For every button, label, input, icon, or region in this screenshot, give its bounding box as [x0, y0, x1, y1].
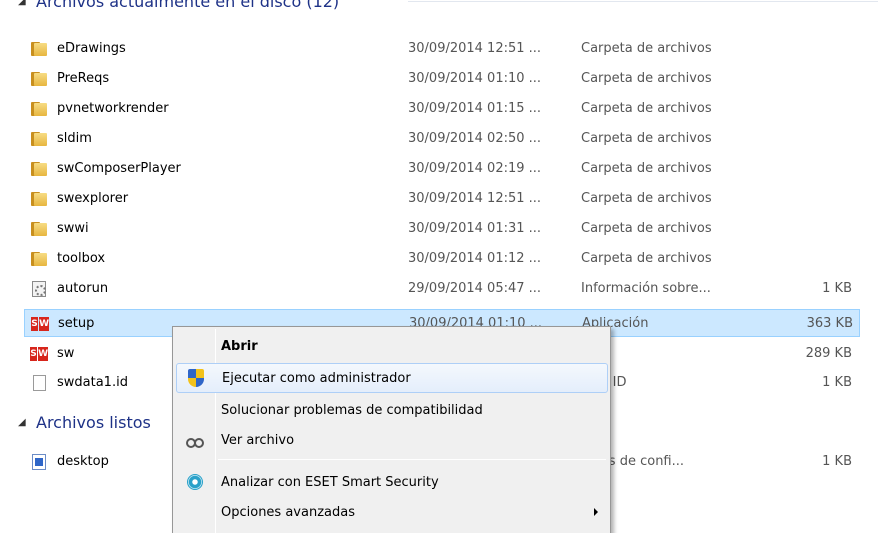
- file-date: 29/09/2014 05:47 ...: [408, 281, 542, 296]
- file-size: 1 KB: [822, 281, 852, 296]
- file-type: Carpeta de archivos: [581, 221, 712, 236]
- file-date: 30/09/2014 02:19 ...: [408, 161, 542, 176]
- menu-item-label: Opciones avanzadas: [221, 504, 355, 520]
- folder-icon: [31, 102, 47, 116]
- list-item[interactable]: autorun 29/09/2014 05:47 ... Información…: [24, 275, 860, 303]
- file-size: [754, 35, 852, 63]
- file-size: [754, 215, 852, 243]
- document-icon: [32, 375, 46, 391]
- file-date: 30/09/2014 01:31 ...: [408, 221, 542, 236]
- list-item[interactable]: eDrawings 30/09/2014 12:51 ... Carpeta d…: [24, 35, 860, 63]
- group-header-label: Archivos listos: [36, 412, 151, 432]
- file-size: 363 KB: [806, 316, 853, 331]
- menu-item-open[interactable]: Abrir: [176, 331, 608, 361]
- file-size: 289 KB: [805, 346, 852, 361]
- file-name: toolbox: [57, 251, 106, 266]
- file-date: 30/09/2014 12:51 ...: [408, 41, 542, 56]
- file-date: 30/09/2014 01:12 ...: [408, 251, 542, 266]
- folder-icon: [31, 222, 47, 236]
- list-item[interactable]: swwi 30/09/2014 01:31 ... Carpeta de arc…: [24, 215, 860, 243]
- menu-item-troubleshoot-compatibility[interactable]: Solucionar problemas de compatibilidad: [176, 395, 608, 425]
- menu-item-run-as-admin[interactable]: Ejecutar como administrador: [176, 363, 608, 393]
- folder-icon: [31, 162, 47, 176]
- file-name: autorun: [57, 281, 109, 296]
- eset-icon: [186, 473, 204, 491]
- list-item[interactable]: sldim 30/09/2014 02:50 ... Carpeta de ar…: [24, 125, 860, 153]
- file-type: Carpeta de archivos: [581, 101, 712, 116]
- file-name: swwi: [57, 221, 89, 236]
- file-date: 30/09/2014 02:50 ...: [408, 131, 542, 146]
- file-type: Carpeta de archivos: [581, 251, 712, 266]
- collapse-triangle-icon[interactable]: ◢: [18, 417, 28, 428]
- file-size: [754, 185, 852, 213]
- list-item[interactable]: swComposerPlayer 30/09/2014 02:19 ... Ca…: [24, 155, 860, 183]
- file-size: 1 KB: [822, 454, 852, 469]
- folder-icon: [31, 132, 47, 146]
- solidworks-icon: SW: [30, 347, 48, 361]
- list-item[interactable]: pvnetworkrender 30/09/2014 01:15 ... Car…: [24, 95, 860, 123]
- file-type: Información sobre...: [581, 281, 711, 296]
- file-size: [754, 155, 852, 183]
- group-header-current-files[interactable]: ◢ Archivos actualmente en el disco (12): [18, 0, 878, 12]
- group-header-ready-files[interactable]: ◢ Archivos listos: [18, 411, 151, 433]
- group-header-divider: [408, 1, 878, 2]
- menu-item-label: Solucionar problemas de compatibilidad: [221, 402, 483, 418]
- file-name: sldim: [57, 131, 92, 146]
- file-size: [754, 65, 852, 93]
- file-name: swComposerPlayer: [57, 161, 181, 176]
- file-type: Carpeta de archivos: [581, 41, 712, 56]
- menu-item-advanced-options[interactable]: Opciones avanzadas: [176, 497, 608, 527]
- settings-file-icon: [32, 454, 46, 470]
- file-name: pvnetworkrender: [57, 101, 169, 116]
- file-type: Carpeta de archivos: [581, 161, 712, 176]
- context-menu: Abrir Ejecutar como administrador Soluci…: [172, 326, 611, 533]
- file-date: 30/09/2014 12:51 ...: [408, 191, 542, 206]
- list-item[interactable]: PreReqs 30/09/2014 01:10 ... Carpeta de …: [24, 65, 860, 93]
- group-header-label: Archivos actualmente en el disco (12): [36, 0, 340, 11]
- view-file-icon: [186, 431, 204, 449]
- menu-item-label: Ver archivo: [221, 432, 295, 448]
- file-size: [754, 125, 852, 153]
- solidworks-icon: SW: [31, 317, 49, 331]
- submenu-arrow-icon: [594, 508, 598, 516]
- file-size: [754, 245, 852, 273]
- gear-file-icon: [32, 281, 46, 297]
- uac-shield-icon: [187, 369, 205, 387]
- file-name: PreReqs: [57, 71, 110, 86]
- file-name: eDrawings: [57, 41, 126, 56]
- file-date: 30/09/2014 01:15 ...: [408, 101, 542, 116]
- file-size: [754, 95, 852, 123]
- list-item[interactable]: swexplorer 30/09/2014 12:51 ... Carpeta …: [24, 185, 860, 213]
- folder-icon: [31, 72, 47, 86]
- file-size: 1 KB: [822, 375, 852, 390]
- menu-separator: [218, 459, 606, 460]
- menu-item-label: Analizar con ESET Smart Security: [221, 474, 439, 490]
- collapse-triangle-icon[interactable]: ◢: [18, 0, 28, 7]
- menu-item-label: Ejecutar como administrador: [222, 370, 411, 386]
- file-type: Carpeta de archivos: [581, 191, 712, 206]
- file-name: swexplorer: [57, 191, 129, 206]
- folder-icon: [31, 192, 47, 206]
- file-date: 30/09/2014 01:10 ...: [408, 71, 542, 86]
- folder-icon: [31, 42, 47, 56]
- file-type: Carpeta de archivos: [581, 131, 712, 146]
- menu-item-label: Abrir: [221, 338, 258, 354]
- folder-icon: [31, 252, 47, 266]
- list-item[interactable]: toolbox 30/09/2014 01:12 ... Carpeta de …: [24, 245, 860, 273]
- menu-item-scan-eset[interactable]: Analizar con ESET Smart Security: [176, 467, 608, 497]
- menu-item-view-file[interactable]: Ver archivo: [176, 425, 608, 455]
- file-type: Carpeta de archivos: [581, 71, 712, 86]
